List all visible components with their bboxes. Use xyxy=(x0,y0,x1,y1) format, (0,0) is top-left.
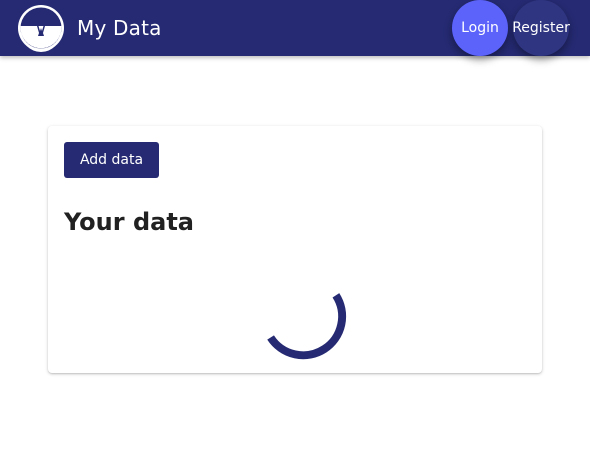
app-title: My Data xyxy=(77,16,162,40)
loading-spinner-icon xyxy=(267,293,347,360)
card-title: Your data xyxy=(64,208,194,236)
app-bar: My Data Login Register xyxy=(0,0,590,56)
add-data-button[interactable]: Add data xyxy=(64,142,159,178)
login-button[interactable]: Login xyxy=(452,0,508,56)
register-button[interactable]: Register xyxy=(512,0,570,56)
tree-logo-icon[interactable] xyxy=(17,4,65,52)
data-card: Add data Your data xyxy=(48,126,542,373)
